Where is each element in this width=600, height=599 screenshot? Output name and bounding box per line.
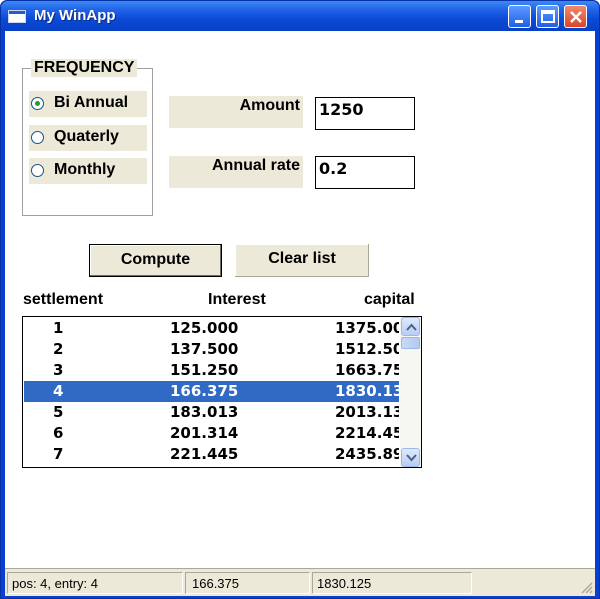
interest-cell: 137.500 xyxy=(170,340,239,358)
interest-cell: 125.000 xyxy=(170,319,239,337)
results-listbox[interactable]: 1 125.000 1375.00 2 137.500 1512.50 3 15… xyxy=(22,316,422,468)
list-item[interactable]: 2 137.500 1512.50 xyxy=(24,339,399,360)
minimize-button[interactable] xyxy=(508,5,531,28)
capital-cell: 1830.13 xyxy=(335,382,399,400)
radio-monthly[interactable]: Monthly xyxy=(29,158,147,184)
maximize-icon xyxy=(541,10,555,23)
capital-cell: 1663.75 xyxy=(335,361,399,379)
settlement-cell: 6 xyxy=(53,424,64,442)
radio-bi-annual[interactable]: Bi Annual xyxy=(29,91,147,117)
chevron-up-icon xyxy=(406,323,417,331)
client-area: FREQUENCY Bi Annual Quaterly Monthly Amo… xyxy=(5,31,595,596)
app-window: My WinApp FREQUENCY Bi Annual Quaterly M… xyxy=(0,0,600,599)
radio-label: Bi Annual xyxy=(54,94,129,111)
capital-cell: 2214.45 xyxy=(335,424,399,442)
list-item[interactable]: 1 125.000 1375.00 xyxy=(24,318,399,339)
list-item[interactable]: 6 201.314 2214.45 xyxy=(24,423,399,444)
capital-cell: 2013.13 xyxy=(335,403,399,421)
settlement-cell: 7 xyxy=(53,445,64,463)
capital-cell: 1512.50 xyxy=(335,340,399,358)
list-item[interactable]: 3 151.250 1663.75 xyxy=(24,360,399,381)
maximize-button[interactable] xyxy=(536,5,559,28)
interest-cell: 221.445 xyxy=(170,445,239,463)
list-item[interactable]: 5 183.013 2013.13 xyxy=(24,402,399,423)
scroll-down-button[interactable] xyxy=(401,448,420,467)
window-title: My WinApp xyxy=(34,7,116,24)
annual-rate-label: Annual rate xyxy=(169,156,303,188)
frequency-label: FREQUENCY xyxy=(31,59,138,77)
capital-cell: 1375.00 xyxy=(335,319,399,337)
chevron-down-icon xyxy=(406,454,417,462)
compute-button[interactable]: Compute xyxy=(89,244,222,277)
status-position: pos: 4, entry: 4 xyxy=(7,572,183,594)
interest-cell: 151.250 xyxy=(170,361,239,379)
radio-button-icon xyxy=(31,97,44,110)
settlement-cell: 4 xyxy=(53,382,64,400)
interest-cell: 183.013 xyxy=(170,403,239,421)
clear-list-button[interactable]: Clear list xyxy=(235,244,369,277)
status-bar: pos: 4, entry: 4 166.375 1830.125 xyxy=(5,568,595,596)
interest-cell: 166.375 xyxy=(170,382,239,400)
radio-label: Quaterly xyxy=(54,128,119,145)
close-button[interactable] xyxy=(564,5,587,28)
annual-rate-input[interactable]: 0.2 xyxy=(315,156,415,189)
settlement-cell: 2 xyxy=(53,340,64,358)
radio-button-icon xyxy=(31,131,44,144)
interest-cell: 201.314 xyxy=(170,424,239,442)
title-bar[interactable]: My WinApp xyxy=(1,1,599,31)
radio-quaterly[interactable]: Quaterly xyxy=(29,125,147,151)
frequency-groupbox: FREQUENCY Bi Annual Quaterly Monthly xyxy=(22,59,153,216)
close-icon xyxy=(570,11,582,23)
column-header-capital: capital xyxy=(364,291,415,308)
radio-button-icon xyxy=(31,164,44,177)
radio-label: Monthly xyxy=(54,161,116,178)
settlement-cell: 3 xyxy=(53,361,64,379)
settlement-cell: 5 xyxy=(53,403,64,421)
column-header-settlement: settlement xyxy=(23,291,104,308)
settlement-cell: 1 xyxy=(53,319,64,337)
app-window-icon xyxy=(8,10,26,23)
minimize-icon xyxy=(515,20,523,23)
capital-cell: 2435.89 xyxy=(335,445,399,463)
radio-checked-dot xyxy=(35,101,40,106)
list-item-selected[interactable]: 4 166.375 1830.13 xyxy=(24,381,399,402)
scroll-up-button[interactable] xyxy=(401,317,420,336)
amount-input[interactable]: 1250 xyxy=(315,97,415,130)
amount-label: Amount xyxy=(169,96,303,128)
resize-grip-icon[interactable] xyxy=(579,580,593,594)
scroll-thumb[interactable] xyxy=(401,337,420,349)
status-interest: 166.375 xyxy=(185,572,310,594)
column-header-interest: Interest xyxy=(208,291,266,308)
list-item[interactable]: 7 221.445 2435.89 xyxy=(24,444,399,465)
list-scrollbar[interactable] xyxy=(400,317,421,467)
status-capital: 1830.125 xyxy=(312,572,472,594)
